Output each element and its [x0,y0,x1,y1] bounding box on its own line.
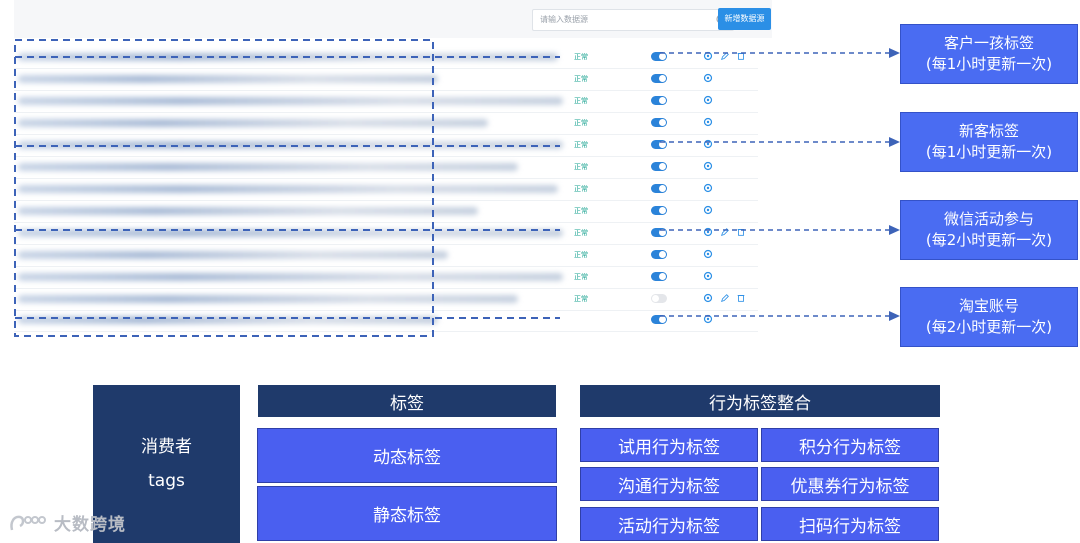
arrow-head-3 [889,225,900,235]
activity-behavior-tag: 活动行为标签 [580,507,758,541]
callout-customer-child-tag: 客户一孩标签 (每1小时更新一次) [900,24,1078,84]
callout-title: 客户一孩标签 [943,34,1034,52]
callout-note: (每2小时更新一次) [925,231,1053,249]
arrow-head-4 [889,311,900,321]
callout-note: (每2小时更新一次) [925,318,1053,336]
trial-behavior-tag: 试用行为标签 [580,428,758,462]
behavior-tag-header: 行为标签整合 [580,385,940,417]
points-behavior-tag: 积分行为标签 [761,428,939,462]
watermark-text: 大数跨境 [54,515,126,535]
arrow-head-1 [889,48,900,58]
tag-header: 标签 [258,385,556,417]
coupon-behavior-tag: 优惠券行为标签 [761,467,939,501]
callout-note: (每1小时更新一次) [925,55,1053,73]
watermark-logo-icon [10,515,46,531]
dynamic-tag-box: 动态标签 [257,428,557,483]
selection-box [14,39,434,337]
arrow-head-2 [889,137,900,147]
callout-title: 淘宝账号 [958,297,1019,315]
callout-title: 微信活动参与 [943,210,1034,228]
callout-note: (每1小时更新一次) [925,143,1053,161]
static-tag-box: 静态标签 [257,486,557,541]
scan-behavior-tag: 扫码行为标签 [761,507,939,541]
communication-behavior-tag: 沟通行为标签 [580,467,758,501]
callout-wechat-activity: 微信活动参与 (每2小时更新一次) [900,200,1078,260]
tags-label: tags [148,471,185,491]
callout-taobao-account: 淘宝账号 (每2小时更新一次) [900,287,1078,347]
consumer-label: 消费者 [141,437,192,457]
callout-title: 新客标签 [958,122,1019,140]
callout-new-customer-tag: 新客标签 (每1小时更新一次) [900,112,1078,172]
